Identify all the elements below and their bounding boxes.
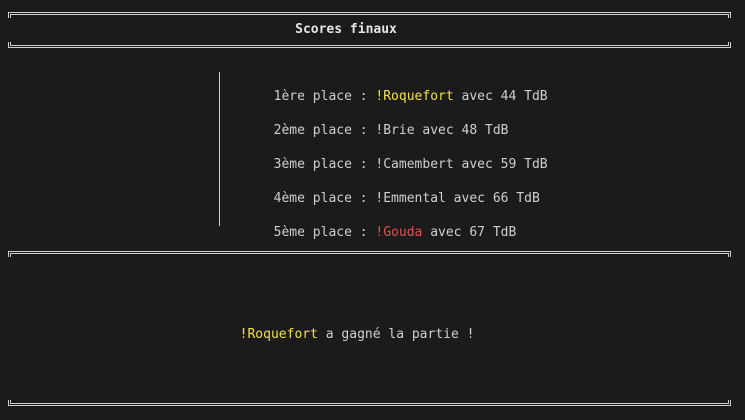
score-text: avec 44 TdB bbox=[453, 89, 548, 104]
result-frame-top bbox=[8, 251, 731, 257]
winner-message: a gagné la partie ! bbox=[317, 327, 475, 342]
page-title: Scores finaux bbox=[295, 22, 397, 37]
winner-announcement: !Roquefort a gagné la partie ! bbox=[224, 312, 475, 342]
score-row-3: 3ème place : !Camembert avec 59 TdB bbox=[258, 142, 548, 172]
title-frame-bottom bbox=[8, 42, 731, 48]
score-row-5: 5ème place : !Gouda avec 67 TdB bbox=[258, 210, 517, 240]
result-frame-bottom bbox=[8, 400, 731, 406]
score-row-4: 4ème place : !Emmental avec 66 TdB bbox=[258, 176, 540, 206]
place-label: 2ème place : bbox=[273, 123, 376, 138]
scores-divider bbox=[219, 72, 220, 226]
place-label: 1ère place : bbox=[273, 89, 376, 104]
player-name: !Brie bbox=[375, 123, 415, 138]
score-text: avec 67 TdB bbox=[422, 225, 517, 240]
winner-name: !Roquefort bbox=[239, 327, 318, 342]
place-label: 3ème place : bbox=[273, 157, 376, 172]
score-text: avec 59 TdB bbox=[453, 157, 548, 172]
score-row-2: 2ème place : !Brie avec 48 TdB bbox=[258, 108, 509, 138]
player-name: !Camembert bbox=[375, 157, 454, 172]
place-label: 4ème place : bbox=[273, 191, 376, 206]
player-name: !Gouda bbox=[375, 225, 423, 240]
score-text: avec 66 TdB bbox=[445, 191, 540, 206]
player-name: !Emmental bbox=[375, 191, 446, 206]
title-frame-top bbox=[8, 12, 731, 18]
place-label: 5ème place : bbox=[273, 225, 376, 240]
score-row-1: 1ère place : !Roquefort avec 44 TdB bbox=[258, 74, 548, 104]
player-name: !Roquefort bbox=[375, 89, 454, 104]
score-text: avec 48 TdB bbox=[414, 123, 509, 138]
